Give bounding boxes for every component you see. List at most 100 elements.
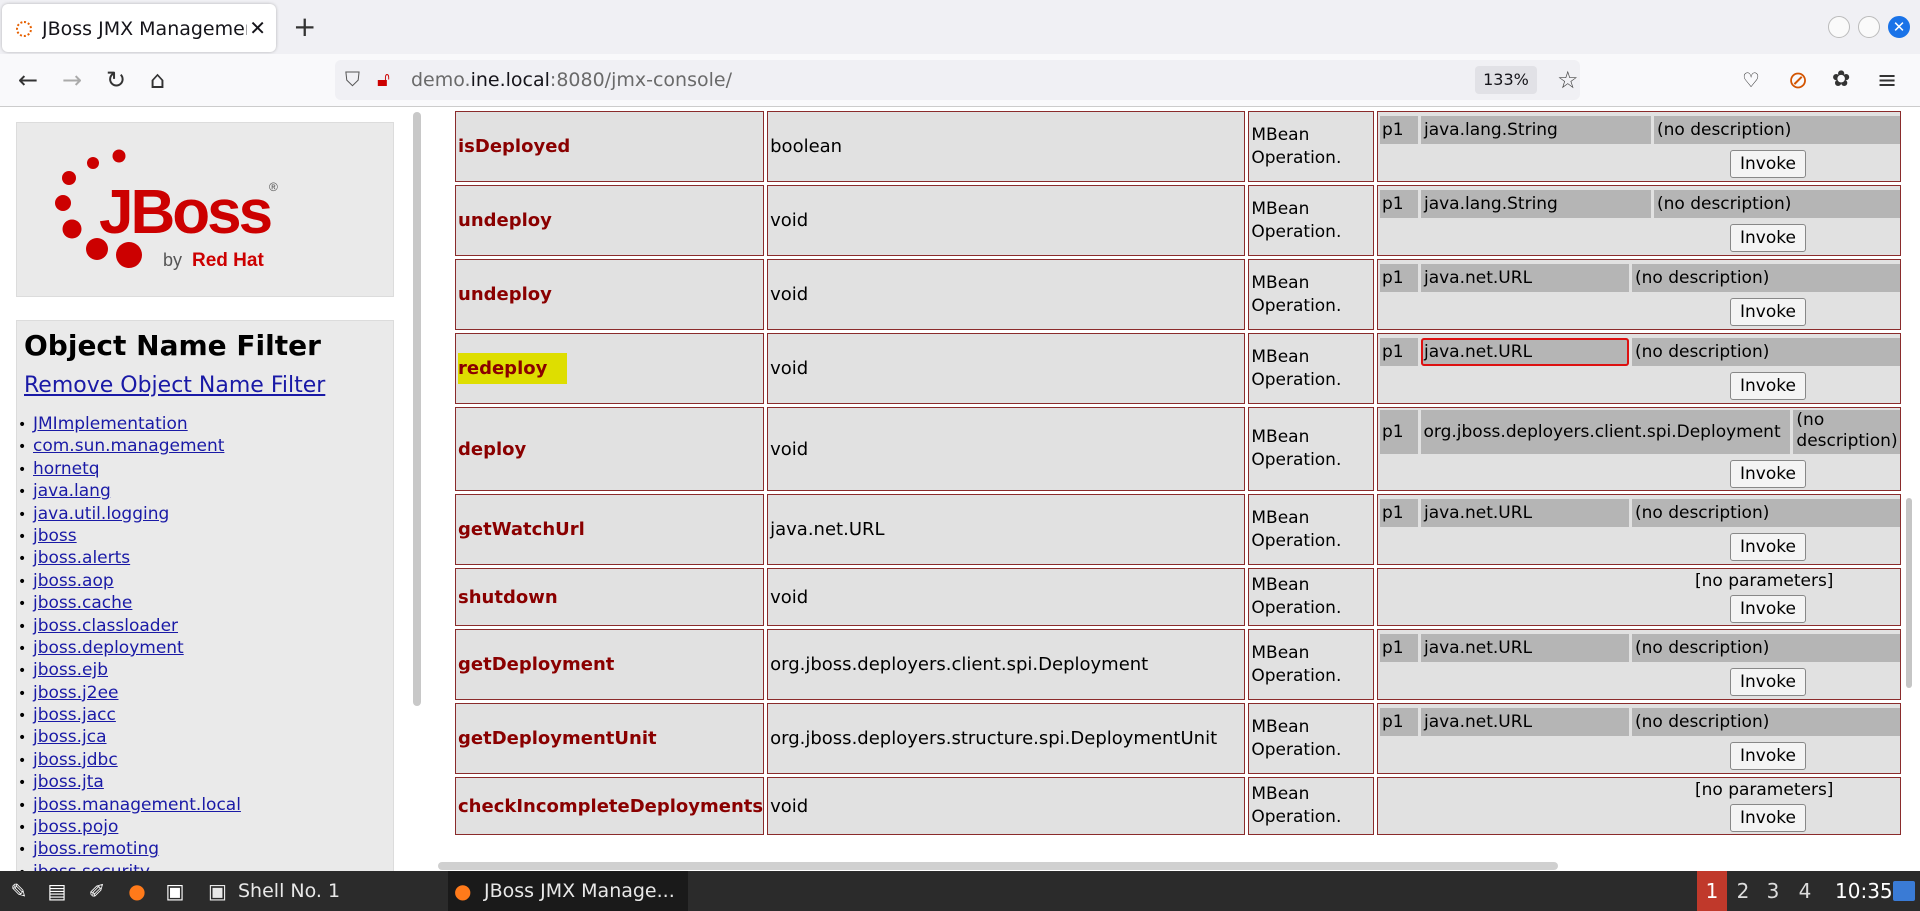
extension-blocker-icon[interactable]: ⊘ bbox=[1788, 66, 1808, 94]
remove-filter-link[interactable]: Remove Object Name Filter bbox=[24, 373, 325, 398]
invoke-button[interactable]: Invoke bbox=[1729, 223, 1806, 252]
workspace-1[interactable]: 1 bbox=[1697, 871, 1727, 911]
invoke-button[interactable]: Invoke bbox=[1729, 532, 1806, 561]
domain-link[interactable]: jboss.management.local bbox=[33, 795, 241, 815]
workspace-3[interactable]: 3 bbox=[1758, 871, 1788, 911]
operation-name-cell: getDeploymentUnit bbox=[455, 703, 765, 774]
invoke-button[interactable]: Invoke bbox=[1729, 667, 1806, 696]
maximize-window-button[interactable] bbox=[1858, 16, 1880, 38]
domain-link[interactable]: jboss.pojo bbox=[33, 817, 118, 837]
taskbar-shell-task[interactable]: ▣ Shell No. 1 bbox=[202, 871, 442, 911]
domain-link[interactable]: jboss.alerts bbox=[33, 548, 130, 568]
back-icon[interactable]: ← bbox=[18, 66, 38, 94]
domain-link[interactable]: jboss.remoting bbox=[33, 839, 159, 859]
operation-row: getDeployment org.jboss.deployers.client.… bbox=[455, 629, 1901, 700]
operation-parameters: [no parameters] Invoke bbox=[1376, 777, 1901, 835]
domain-list-item: • com.sun.management bbox=[17, 435, 241, 457]
domain-link[interactable]: jboss bbox=[33, 526, 77, 546]
tab-title: JBoss JMX Management Console bbox=[42, 18, 247, 40]
operation-name-cell: deploy bbox=[455, 407, 765, 491]
terminal-icon[interactable]: ▣ bbox=[162, 879, 188, 903]
app-menu-icon[interactable]: ✎ bbox=[6, 879, 32, 903]
domain-link[interactable]: jboss.jta bbox=[33, 772, 104, 792]
operation-kind-line1: MBean bbox=[1251, 784, 1310, 804]
home-icon[interactable]: ⌂ bbox=[150, 66, 165, 94]
parameter-name: p1 bbox=[1379, 410, 1418, 454]
domain-link[interactable]: jboss.cache bbox=[33, 593, 132, 613]
sidebar-scrollbar[interactable] bbox=[413, 112, 421, 706]
page-horizontal-scrollbar[interactable] bbox=[438, 862, 1558, 870]
bookmark-star-icon[interactable]: ☆ bbox=[1557, 66, 1579, 94]
operation-parameters: p1 java.net.URL (no description) Invoke bbox=[1376, 703, 1901, 774]
page-content: JBoss ® by Red Hat Object Name Filter Re… bbox=[0, 108, 1920, 871]
cookie-extension-icon[interactable]: ✿ bbox=[1832, 66, 1850, 94]
operation-name: shutdown bbox=[458, 586, 558, 608]
taskbar-browser-task[interactable]: ● JBoss JMX Manage... bbox=[448, 871, 688, 911]
invoke-button[interactable]: Invoke bbox=[1729, 460, 1806, 488]
forward-icon[interactable]: → bbox=[62, 66, 82, 94]
domain-link[interactable]: JMImplementation bbox=[33, 414, 188, 434]
bullet-icon: • bbox=[18, 842, 27, 859]
domain-link[interactable]: java.util.logging bbox=[33, 504, 169, 524]
tab-close-icon[interactable]: ✕ bbox=[249, 16, 266, 40]
invoke-button[interactable]: Invoke bbox=[1729, 297, 1806, 326]
text-editor-icon[interactable]: ✐ bbox=[84, 879, 110, 903]
reload-icon[interactable]: ↻ bbox=[106, 66, 126, 94]
zoom-level-button[interactable]: 133% bbox=[1475, 66, 1537, 94]
pocket-icon[interactable]: ♡ bbox=[1742, 66, 1760, 94]
operation-kind: MBean Operation. bbox=[1248, 777, 1374, 835]
return-type: void bbox=[767, 777, 1246, 835]
domain-list-item: • jboss.jta bbox=[17, 771, 241, 793]
return-type: void bbox=[767, 407, 1246, 491]
domain-list-item: • jboss.pojo bbox=[17, 816, 241, 838]
tracking-shield-icon[interactable]: ⛉ bbox=[345, 67, 360, 91]
domain-link[interactable]: jboss.ejb bbox=[33, 660, 108, 680]
domain-link[interactable]: jboss.jca bbox=[33, 727, 107, 747]
invoke-button[interactable]: Invoke bbox=[1729, 371, 1806, 400]
menu-icon[interactable]: ≡ bbox=[1877, 66, 1897, 94]
firefox-icon[interactable]: ● bbox=[124, 879, 150, 903]
operation-name: checkIncompleteDeployments bbox=[458, 795, 764, 817]
browser-tab[interactable]: JBoss JMX Management Console ✕ bbox=[2, 4, 276, 52]
domain-list-item: • jboss.jca bbox=[17, 726, 241, 748]
workspace-4[interactable]: 4 bbox=[1790, 871, 1820, 911]
page-vertical-scrollbar[interactable] bbox=[1906, 108, 1914, 871]
notification-tray-icon[interactable] bbox=[1893, 881, 1915, 901]
parameter-description: (no description) bbox=[1653, 115, 1900, 144]
domain-link[interactable]: jboss.deployment bbox=[33, 638, 184, 658]
domain-link[interactable]: java.lang bbox=[33, 481, 111, 501]
address-bar[interactable]: ⛉ 🔓︎ demo.ine.local:8080/jmx-console/ 13… bbox=[335, 60, 1580, 100]
operation-kind-line1: MBean bbox=[1251, 124, 1310, 145]
domain-link[interactable]: jboss.jdbc bbox=[33, 750, 118, 770]
domain-link[interactable]: com.sun.management bbox=[33, 436, 224, 456]
insecure-lock-icon[interactable]: 🔓︎ bbox=[377, 67, 390, 91]
invoke-button[interactable]: Invoke bbox=[1729, 595, 1806, 623]
operation-kind-line1: MBean bbox=[1251, 507, 1310, 528]
operation-kind-line2: Operation. bbox=[1251, 221, 1342, 242]
bullet-icon: • bbox=[18, 596, 27, 613]
operation-kind-line2: Operation. bbox=[1251, 369, 1342, 390]
domain-link[interactable]: jboss.aop bbox=[33, 571, 114, 591]
domain-link[interactable]: hornetq bbox=[33, 459, 100, 479]
bullet-icon: • bbox=[18, 708, 27, 725]
minimize-window-button[interactable] bbox=[1828, 16, 1850, 38]
new-tab-button[interactable]: + bbox=[293, 10, 316, 43]
close-window-button[interactable]: ✕ bbox=[1888, 16, 1910, 38]
navigation-bar: ← → ↻ ⌂ ⛉ 🔓︎ demo.ine.local:8080/jmx-con… bbox=[0, 54, 1920, 107]
invoke-button[interactable]: Invoke bbox=[1729, 149, 1806, 178]
operation-kind: MBean Operation. bbox=[1248, 111, 1374, 182]
invoke-button[interactable]: Invoke bbox=[1729, 741, 1806, 770]
parameter-name: p1 bbox=[1379, 707, 1418, 736]
domain-list-item: • jboss.aop bbox=[17, 570, 241, 592]
operation-kind-line2: Operation. bbox=[1251, 530, 1342, 551]
domain-link[interactable]: jboss.j2ee bbox=[33, 683, 119, 703]
operation-parameters: p1 java.net.URL (no description) Invoke bbox=[1376, 259, 1901, 330]
domain-link[interactable]: jboss.classloader bbox=[33, 616, 178, 636]
invoke-button[interactable]: Invoke bbox=[1729, 804, 1806, 832]
domain-link[interactable]: jboss.security bbox=[33, 862, 150, 871]
file-manager-icon[interactable]: ▤ bbox=[44, 879, 70, 903]
bullet-icon: • bbox=[18, 618, 27, 635]
url-text[interactable]: demo.ine.local:8080/jmx-console/ bbox=[411, 69, 732, 91]
workspace-2[interactable]: 2 bbox=[1728, 871, 1758, 911]
domain-link[interactable]: jboss.jacc bbox=[33, 705, 116, 725]
